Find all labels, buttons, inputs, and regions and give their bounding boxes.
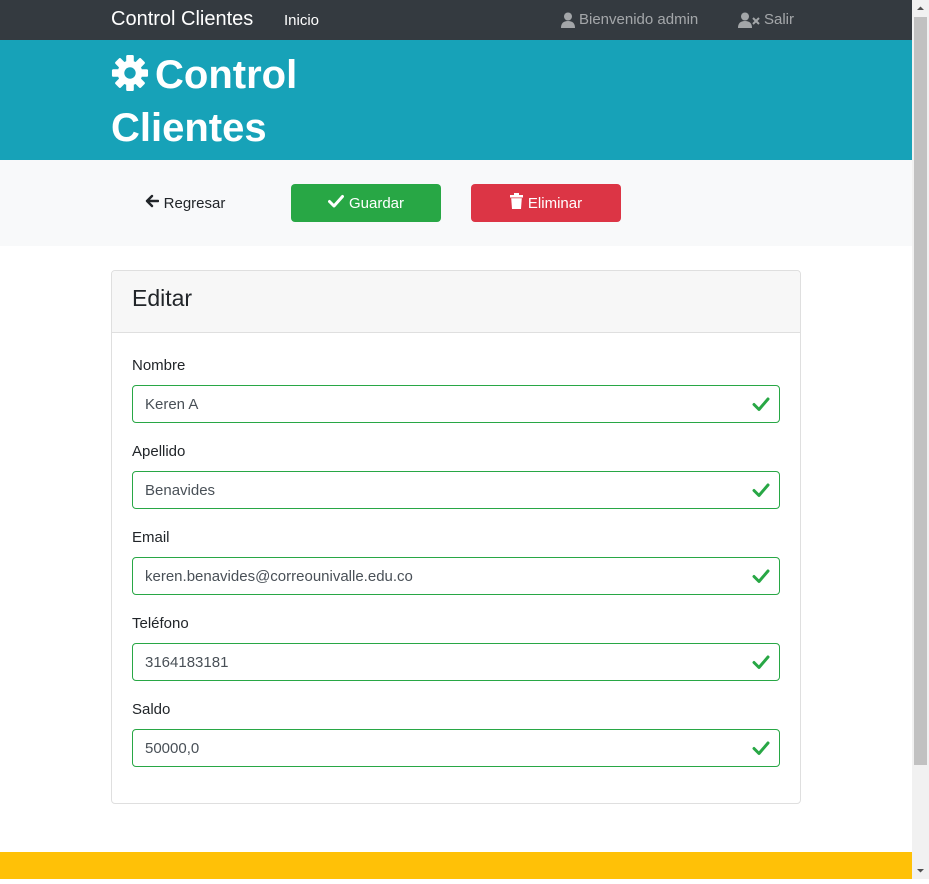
save-label: Guardar — [348, 194, 405, 212]
vertical-scrollbar[interactable] — [912, 0, 929, 879]
valid-check-icon — [752, 481, 770, 499]
saldo-label: Saldo — [132, 701, 171, 718]
logout-link[interactable]: Salir — [738, 11, 794, 28]
arrow-left-icon — [145, 194, 159, 212]
footer — [0, 852, 912, 879]
logout-label: Salir — [764, 11, 795, 28]
navbar-brand[interactable]: Control Clientes — [111, 8, 253, 31]
apellido-label: Apellido — [132, 443, 186, 460]
scroll-down-icon[interactable] — [912, 862, 929, 879]
valid-check-icon — [752, 739, 770, 757]
delete-button[interactable]: Eliminar — [471, 184, 621, 222]
apellido-field[interactable] — [132, 471, 780, 509]
page: Control Clientes Inicio Bienvenido admin… — [0, 0, 912, 879]
page-header: Control Clientes — [0, 40, 912, 160]
scroll-up-icon[interactable] — [912, 0, 929, 17]
nombre-label: Nombre — [132, 357, 186, 374]
delete-label: Eliminar — [527, 194, 583, 212]
card-title: Editar — [132, 285, 193, 311]
saldo-field[interactable] — [132, 729, 780, 767]
trash-icon — [509, 193, 523, 213]
welcome-label: Bienvenido admin — [579, 11, 699, 28]
valid-check-icon — [752, 653, 770, 671]
nav-welcome[interactable]: Bienvenido admin — [561, 11, 698, 28]
valid-check-icon — [752, 567, 770, 585]
telefono-label: Teléfono — [132, 615, 189, 632]
action-bar: Regresar Guardar Eliminar — [0, 160, 912, 246]
email-label: Email — [132, 529, 170, 546]
email-field[interactable] — [132, 557, 780, 595]
valid-check-icon — [752, 395, 770, 413]
navbar: Control Clientes Inicio Bienvenido admin… — [0, 0, 912, 40]
edit-card: Editar Nombre Apellido Email Teléfono Sa… — [111, 270, 801, 804]
nav-link-inicio[interactable]: Inicio — [284, 12, 319, 29]
page-title: Control Clientes — [111, 51, 351, 153]
user-times-icon — [738, 12, 760, 28]
check-icon — [327, 194, 344, 212]
back-button[interactable]: Regresar — [130, 184, 240, 222]
scrollbar-thumb[interactable] — [914, 17, 927, 765]
user-icon — [561, 12, 575, 28]
nombre-field[interactable] — [132, 385, 780, 423]
cog-icon — [111, 54, 149, 104]
telefono-field[interactable] — [132, 643, 780, 681]
back-label: Regresar — [163, 194, 226, 212]
save-button[interactable]: Guardar — [291, 184, 441, 222]
card-header: Editar — [112, 271, 800, 333]
